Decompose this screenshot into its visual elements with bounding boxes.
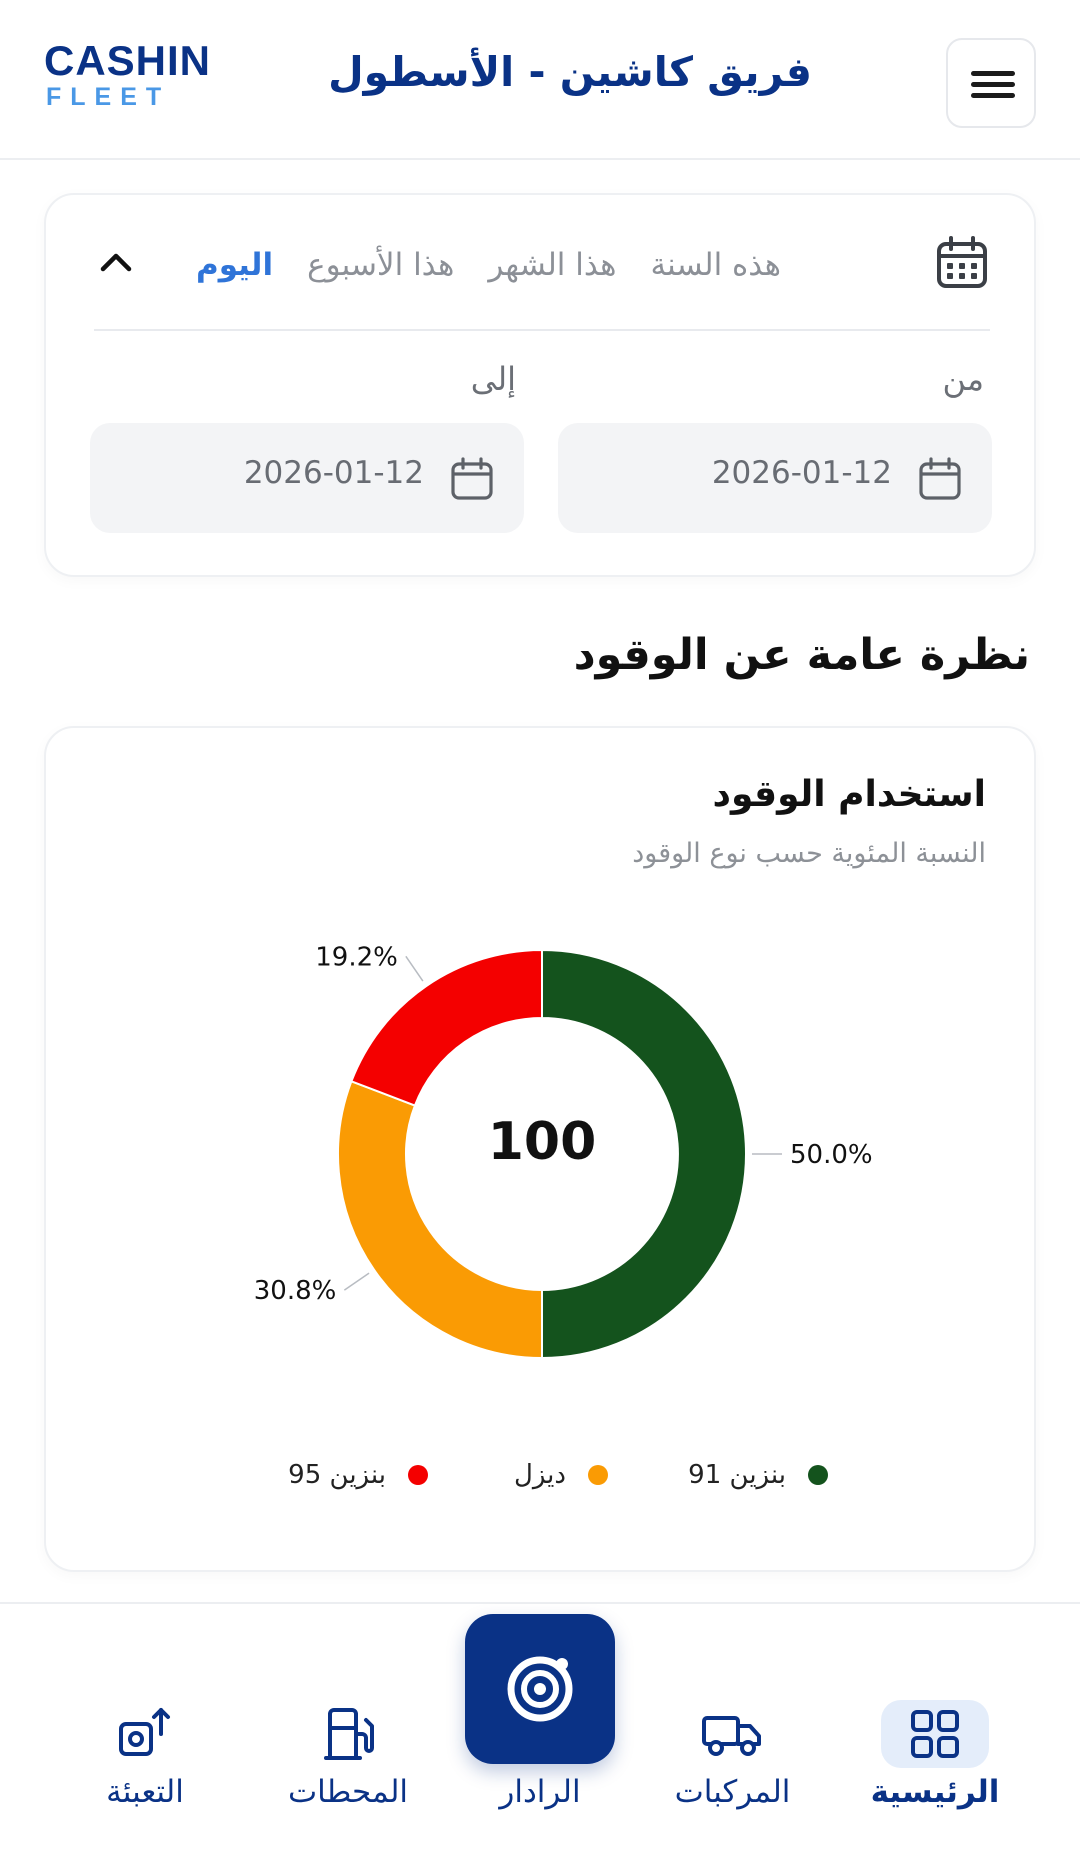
section-title: نظرة عامة عن الوقود bbox=[573, 630, 1030, 680]
fuel-donut-chart: 50.0% 30.8% 19.2% 100 bbox=[254, 942, 873, 1360]
fuel-usage-card: استخدام الوقود النسبة المئوية حسب نوع ال… bbox=[44, 726, 1036, 1572]
date-filter-card: اليوم هذا الأسبوع هذا الشهر هذه السنة من… bbox=[44, 193, 1036, 577]
nav-item-refuel[interactable]: التعبئة bbox=[65, 1604, 225, 1866]
nav-item-home[interactable]: الرئيسية bbox=[855, 1604, 1015, 1866]
nav-label-vehicles: المركبات bbox=[674, 1774, 791, 1810]
chart-legend: بنزين 91 ديزل بنزين 95 bbox=[46, 1450, 1038, 1500]
nav-item-stations[interactable]: المحطات bbox=[268, 1604, 428, 1866]
calendar-icon bbox=[937, 236, 987, 288]
legend-label: ديزل bbox=[513, 1460, 566, 1490]
nav-label-stations: المحطات bbox=[287, 1774, 409, 1810]
to-label: إلى bbox=[470, 360, 516, 398]
legend-item[interactable]: ديزل bbox=[514, 1450, 608, 1500]
menu-button[interactable] bbox=[946, 38, 1036, 128]
radar-icon bbox=[507, 1656, 573, 1722]
calendar-icon bbox=[919, 457, 961, 500]
period-tabs: اليوم هذا الأسبوع هذا الشهر هذه السنة bbox=[196, 235, 956, 295]
refuel-icon bbox=[119, 1708, 170, 1756]
grid-icon bbox=[911, 1710, 959, 1758]
page-title: فريق كاشين - الأسطول bbox=[328, 48, 812, 96]
tab-this-month[interactable]: هذا الشهر bbox=[488, 247, 616, 283]
legend-color-dot bbox=[408, 1465, 428, 1485]
legend-label: بنزين 91 bbox=[688, 1460, 786, 1490]
cashin-fleet-logo[interactable]: CASHIN FLEET bbox=[44, 40, 224, 112]
truck-icon bbox=[702, 1716, 761, 1756]
legend-color-dot bbox=[588, 1465, 608, 1485]
nav-label-radar: الرادار bbox=[499, 1774, 581, 1810]
from-date-value: 2026-01-12 bbox=[711, 455, 892, 491]
filter-divider bbox=[94, 329, 990, 331]
menu-icon bbox=[971, 71, 1015, 76]
calendar-icon bbox=[451, 457, 493, 500]
to-date-field[interactable]: 2026-01-12 bbox=[90, 423, 524, 533]
nav-item-vehicles[interactable]: المركبات bbox=[650, 1604, 815, 1866]
legend-item[interactable]: بنزين 95 bbox=[288, 1450, 428, 1500]
donut-slice-3[interactable] bbox=[350, 948, 543, 1107]
legend-label: بنزين 95 bbox=[288, 1460, 386, 1490]
logo-sub-text: FLEET bbox=[46, 83, 171, 111]
from-label: من bbox=[942, 360, 985, 398]
tab-this-year[interactable]: هذه السنة bbox=[651, 247, 781, 283]
tab-this-week[interactable]: هذا الأسبوع bbox=[307, 247, 454, 283]
from-date-field[interactable]: 2026-01-12 bbox=[558, 423, 992, 533]
app-header: CASHIN FLEET فريق كاشين - الأسطول bbox=[0, 0, 1080, 160]
label-leader-line bbox=[405, 955, 424, 982]
slice-percent-label: 50.0% bbox=[790, 1140, 873, 1170]
nav-label-home: الرئيسية bbox=[870, 1774, 1000, 1810]
legend-color-dot bbox=[808, 1465, 828, 1485]
logo-main-text: CASHIN bbox=[44, 37, 212, 84]
donut-center-value: 100 bbox=[488, 1112, 597, 1172]
slice-percent-label: 19.2% bbox=[315, 942, 398, 972]
tab-today[interactable]: اليوم bbox=[196, 247, 273, 283]
chevron-up-icon[interactable] bbox=[94, 239, 138, 283]
to-date-value: 2026-01-12 bbox=[243, 455, 424, 491]
label-leader-line bbox=[343, 1272, 370, 1291]
legend-item[interactable]: بنزين 91 bbox=[688, 1450, 828, 1500]
nav-label-refuel: التعبئة bbox=[106, 1774, 184, 1810]
radar-button[interactable] bbox=[465, 1614, 615, 1764]
fuel-pump-icon bbox=[324, 1708, 374, 1760]
slice-percent-label: 30.8% bbox=[254, 1276, 337, 1306]
